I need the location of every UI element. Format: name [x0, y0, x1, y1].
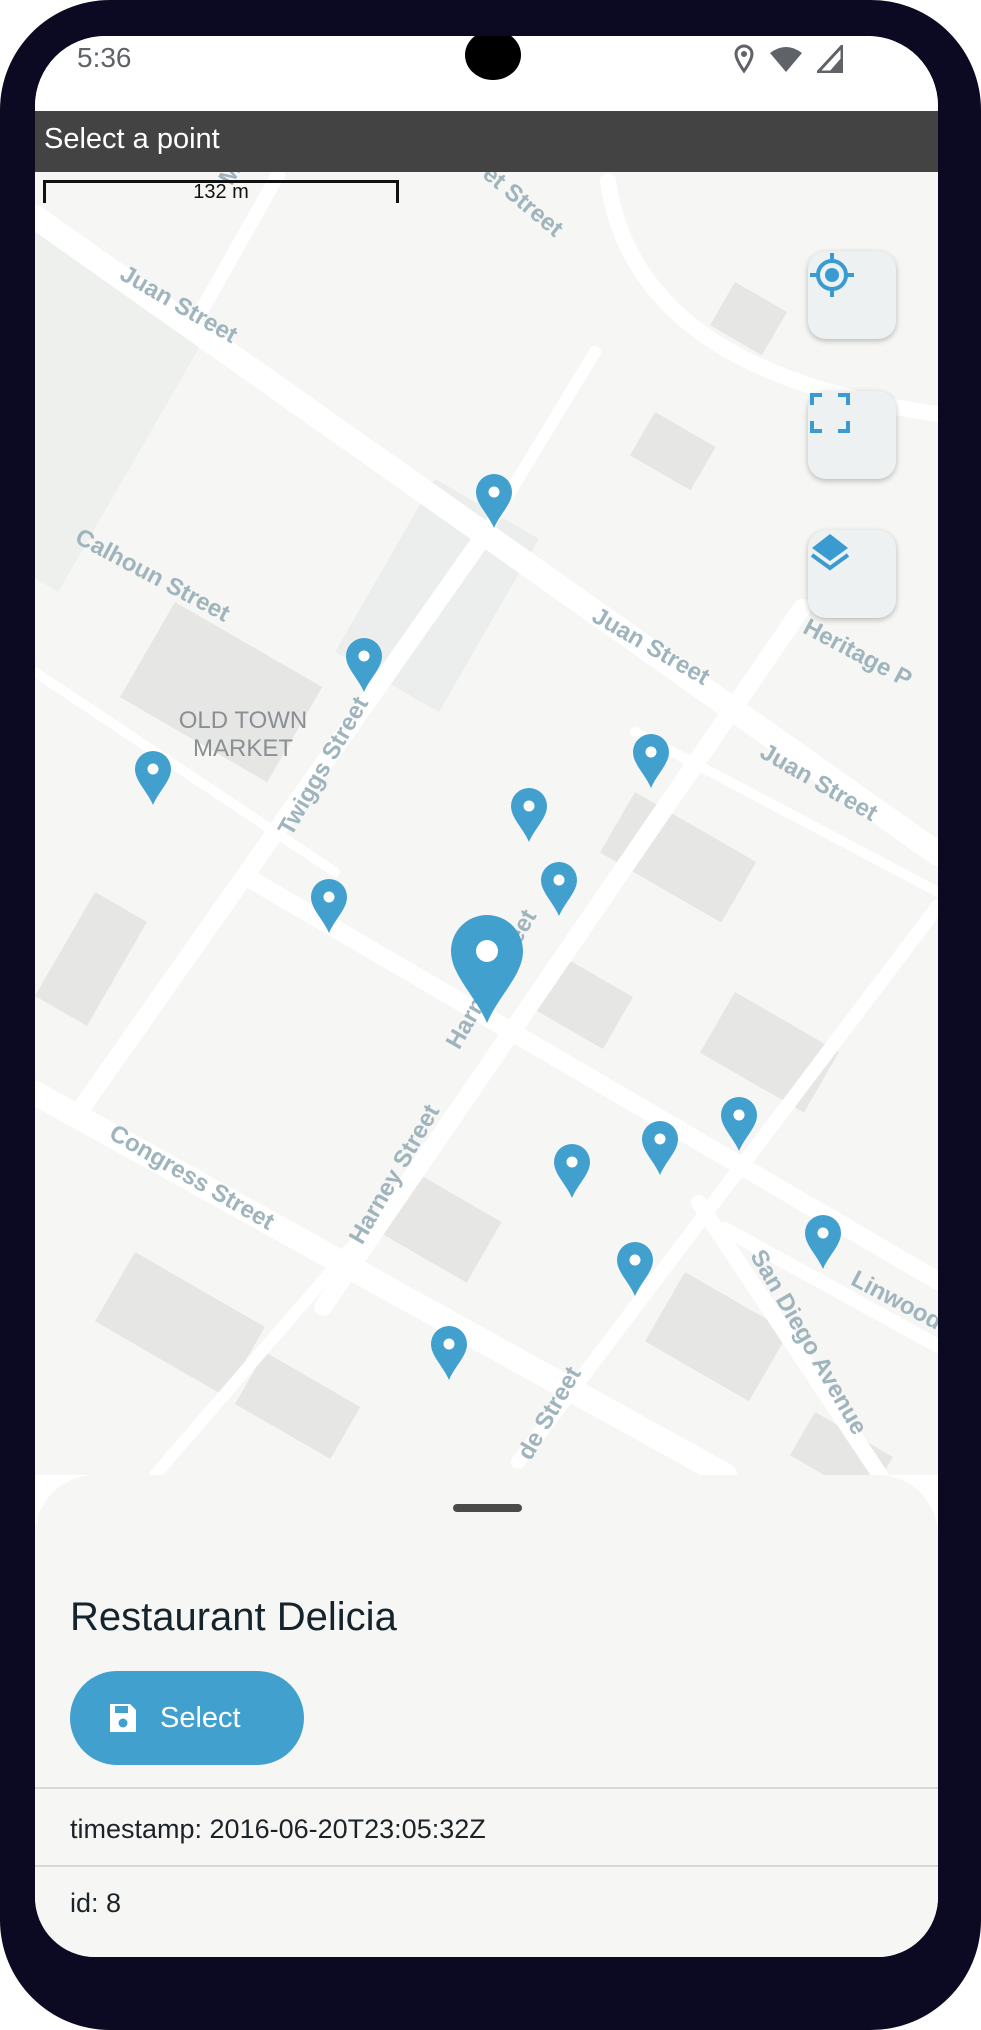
pin-dot [645, 746, 657, 758]
map-pin-icon [511, 788, 547, 842]
pin-dot [553, 874, 565, 886]
layers-icon [810, 534, 850, 571]
divider [35, 1865, 938, 1867]
select-button-label: Select [160, 1701, 241, 1734]
map-pin[interactable] [642, 1121, 678, 1175]
select-button[interactable]: Select [70, 1671, 304, 1765]
locate-icon [810, 253, 854, 297]
street-label: OLD TOWN [179, 707, 307, 734]
layers-button[interactable] [808, 530, 896, 618]
pin-dot [629, 1254, 641, 1266]
map-pin[interactable] [511, 788, 547, 842]
street-label: Congress Street [105, 1119, 279, 1235]
map-pin[interactable] [135, 751, 171, 805]
building [629, 412, 716, 491]
screen: 5:36 Select a point Juan Street Juan Stre… [35, 36, 938, 1957]
map-pin-icon [135, 751, 171, 805]
map-pin[interactable] [431, 1326, 467, 1380]
fullscreen-button[interactable] [808, 391, 896, 479]
divider [35, 1787, 938, 1789]
map-pin[interactable] [805, 1215, 841, 1269]
pin-dot [443, 1338, 455, 1350]
fullscreen-icon [810, 393, 850, 433]
save-icon [110, 1704, 136, 1732]
feature-title: Restaurant Delicia [70, 1595, 397, 1639]
pin-dot [476, 940, 498, 962]
pin-dot [817, 1227, 829, 1239]
property-id: id: 8 [70, 1888, 122, 1918]
map-pin-icon [431, 1326, 467, 1380]
map-pin-icon [805, 1215, 841, 1269]
pin-dot [566, 1156, 578, 1168]
map-canvas[interactable]: Juan StreetJuan StreetJuan StreetCalhoun… [35, 172, 938, 1475]
volume-button [972, 670, 981, 790]
map-pin[interactable] [541, 862, 577, 916]
street-label: Calhoun Street [71, 523, 234, 627]
locate-button[interactable] [808, 251, 896, 339]
signal-icon [817, 45, 843, 73]
camera-cutout [465, 36, 521, 80]
map-pin-icon [541, 862, 577, 916]
app-bar: Select a point [35, 111, 938, 172]
map-pin-icon [633, 734, 669, 788]
building [700, 992, 839, 1113]
pin-dot [733, 1109, 745, 1121]
location-icon [734, 44, 754, 74]
power-button [972, 916, 981, 1165]
street-label: Juan Street [587, 602, 714, 691]
pin-dot [523, 800, 535, 812]
pin-dot [358, 650, 370, 662]
pin-dot [147, 763, 159, 775]
pin-dot [654, 1133, 666, 1145]
street-label: Heritage P [799, 614, 916, 694]
street-label: et Street [477, 172, 568, 242]
street-label: Juan Street [755, 738, 882, 827]
map-pin[interactable] [633, 734, 669, 788]
pin-dot [488, 486, 500, 498]
scale-label: 132 m [193, 181, 249, 203]
map-pin-icon [642, 1121, 678, 1175]
wifi-icon [770, 47, 802, 72]
map-view[interactable]: Juan Street Juan Street Juan Street Calhoun… [35, 172, 938, 1475]
drag-handle[interactable] [453, 1504, 522, 1512]
property-timestamp: timestamp: 2016-06-20T23:05:32Z [70, 1814, 486, 1844]
map-pin-icon [554, 1144, 590, 1198]
app-bar-title: Select a point [44, 123, 220, 155]
scale-bar: 132 m [43, 180, 399, 203]
status-time: 5:36 [77, 42, 132, 73]
bottom-sheet: Restaurant Delicia Select timestamp: 201… [35, 1475, 938, 1957]
map-pin[interactable] [554, 1144, 590, 1198]
building [35, 892, 147, 1026]
street-label: MARKET [193, 735, 293, 762]
pin-dot [323, 891, 335, 903]
status-bar: 5:36 [35, 36, 938, 111]
